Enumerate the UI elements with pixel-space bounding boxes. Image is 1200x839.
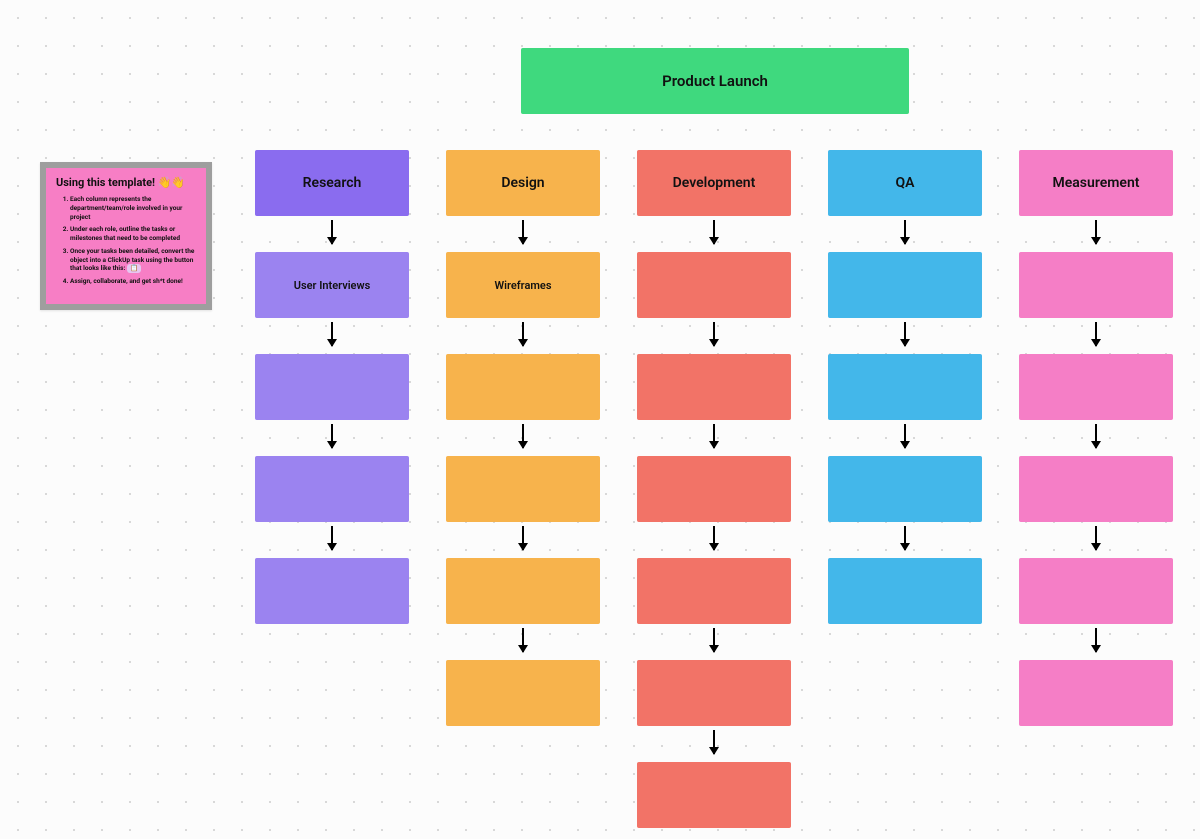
task-card[interactable] xyxy=(637,354,791,420)
arrow-down-icon xyxy=(331,220,333,244)
task-card[interactable] xyxy=(255,354,409,420)
sticky-step: Assign, collaborate, and get sh*t done! xyxy=(70,277,196,286)
column-header-research[interactable]: Research xyxy=(255,150,409,216)
arrow-down-icon xyxy=(713,730,715,754)
column-header-development[interactable]: Development xyxy=(637,150,791,216)
task-card[interactable]: Wireframes xyxy=(446,252,600,318)
task-card[interactable] xyxy=(1019,456,1173,522)
task-card[interactable] xyxy=(828,252,982,318)
task-card[interactable] xyxy=(828,354,982,420)
column-header-measurement[interactable]: Measurement xyxy=(1019,150,1173,216)
task-card[interactable] xyxy=(1019,660,1173,726)
root-node-product-launch[interactable]: Product Launch xyxy=(521,48,909,114)
task-card[interactable]: User Interviews xyxy=(255,252,409,318)
column-header-qa[interactable]: QA xyxy=(828,150,982,216)
sticky-steps-list: Each column represents the department/te… xyxy=(56,195,196,286)
column-design: Design Wireframes xyxy=(446,150,600,726)
arrow-down-icon xyxy=(904,424,906,448)
task-card[interactable] xyxy=(637,762,791,828)
arrow-down-icon xyxy=(904,322,906,346)
task-card[interactable] xyxy=(255,558,409,624)
arrow-down-icon xyxy=(713,424,715,448)
task-card[interactable] xyxy=(1019,558,1173,624)
arrow-down-icon xyxy=(331,322,333,346)
sticky-step: Once your tasks been detailed, convert t… xyxy=(70,247,196,273)
arrow-down-icon xyxy=(522,220,524,244)
task-card[interactable] xyxy=(446,456,600,522)
column-development: Development xyxy=(637,150,791,828)
column-measurement: Measurement xyxy=(1019,150,1173,726)
arrow-down-icon xyxy=(331,526,333,550)
arrow-down-icon xyxy=(904,220,906,244)
arrow-down-icon xyxy=(713,628,715,652)
task-card[interactable] xyxy=(828,456,982,522)
task-card[interactable] xyxy=(637,252,791,318)
task-card[interactable] xyxy=(637,660,791,726)
arrow-down-icon xyxy=(1095,526,1097,550)
task-card[interactable] xyxy=(828,558,982,624)
arrow-down-icon xyxy=(713,220,715,244)
sticky-step: Each column represents the department/te… xyxy=(70,195,196,221)
arrow-down-icon xyxy=(713,322,715,346)
task-chip-icon: 📋 xyxy=(127,264,141,273)
sticky-step: Under each role, outline the tasks or mi… xyxy=(70,225,196,243)
task-card[interactable] xyxy=(446,558,600,624)
task-card[interactable] xyxy=(446,660,600,726)
arrow-down-icon xyxy=(522,526,524,550)
task-card[interactable] xyxy=(637,558,791,624)
column-research: Research User Interviews xyxy=(255,150,409,624)
column-qa: QA xyxy=(828,150,982,624)
arrow-down-icon xyxy=(713,526,715,550)
arrow-down-icon xyxy=(1095,322,1097,346)
arrow-down-icon xyxy=(522,424,524,448)
task-card[interactable] xyxy=(446,354,600,420)
task-card[interactable] xyxy=(637,456,791,522)
task-card[interactable] xyxy=(1019,252,1173,318)
arrow-down-icon xyxy=(1095,628,1097,652)
arrow-down-icon xyxy=(331,424,333,448)
task-card[interactable] xyxy=(255,456,409,522)
arrow-down-icon xyxy=(522,628,524,652)
arrow-down-icon xyxy=(1095,424,1097,448)
sticky-note-instructions[interactable]: Using this template! 👋👋 Each column repr… xyxy=(40,162,212,310)
arrow-down-icon xyxy=(904,526,906,550)
arrow-down-icon xyxy=(522,322,524,346)
task-card[interactable] xyxy=(1019,354,1173,420)
sticky-title: Using this template! 👋👋 xyxy=(56,176,196,189)
arrow-down-icon xyxy=(1095,220,1097,244)
whiteboard-canvas[interactable]: Product Launch Using this template! 👋👋 E… xyxy=(0,0,1200,839)
column-header-design[interactable]: Design xyxy=(446,150,600,216)
